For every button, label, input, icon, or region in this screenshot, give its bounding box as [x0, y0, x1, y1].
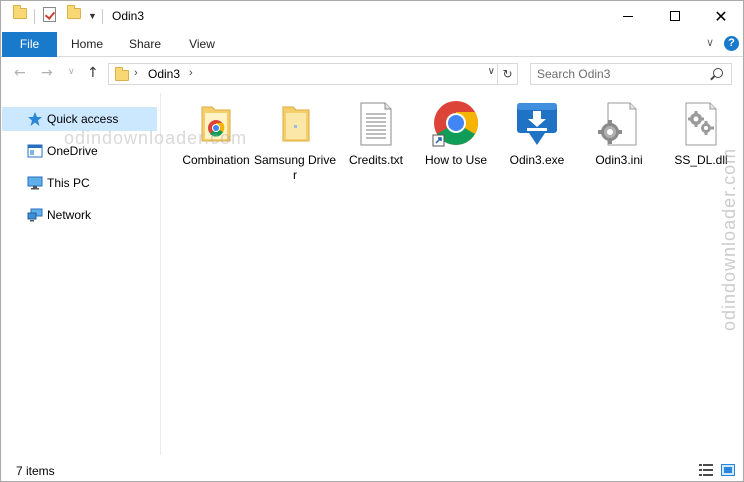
file-item-odin3-exe[interactable]: Odin3.exe: [495, 99, 575, 189]
expand-ribbon-icon[interactable]: ∨: [706, 36, 714, 49]
file-item-how-to-use[interactable]: How to Use: [414, 99, 494, 189]
odin-app-icon: [513, 99, 561, 147]
large-icons-view-icon[interactable]: [721, 464, 735, 476]
chevron-down-icon[interactable]: ∨: [488, 66, 495, 77]
file-name: How to Use: [424, 153, 488, 167]
sidebar-item-network[interactable]: Network: [2, 203, 157, 227]
folder-icon: [13, 5, 27, 19]
file-name: Odin3.exe: [509, 153, 565, 167]
divider: [34, 9, 35, 24]
maximize-button[interactable]: [652, 1, 698, 31]
window-title: Odin3: [112, 9, 145, 23]
title-bar: ▼ Odin3 ✕: [1, 1, 743, 32]
details-view-icon[interactable]: [699, 464, 713, 476]
search-box[interactable]: [530, 63, 732, 85]
item-count: 7 items: [16, 464, 55, 478]
explorer-window: ▼ Odin3 ✕ File Home Share View ∨ ? ← → ∨…: [0, 0, 744, 482]
sidebar-item-label: Quick access: [47, 112, 119, 126]
search-input[interactable]: [537, 66, 707, 82]
text-file-icon: [352, 99, 400, 147]
computer-icon: [27, 175, 43, 191]
tab-file[interactable]: File: [2, 32, 57, 57]
folder-icon: [271, 99, 319, 147]
status-bar: 7 items: [1, 458, 743, 482]
file-name: Odin3.ini: [595, 153, 643, 167]
chevron-right-icon[interactable]: ›: [134, 67, 138, 79]
search-icon[interactable]: [713, 68, 723, 78]
navigation-bar: ← → ∨ ↑ › Odin3 › ∨ ↻: [1, 59, 743, 89]
back-button[interactable]: ←: [14, 65, 26, 81]
up-button[interactable]: ↑: [87, 65, 99, 81]
close-icon: ✕: [714, 6, 728, 26]
folder-icon: [115, 67, 129, 81]
onedrive-icon: [27, 143, 43, 159]
ribbon-tabs: File Home Share View ∨ ?: [1, 32, 743, 57]
file-item-odin3-ini[interactable]: Odin3.ini: [577, 99, 657, 189]
chrome-shortcut-icon: [432, 99, 480, 147]
star-icon: [27, 111, 43, 127]
breadcrumb-odin3[interactable]: Odin3: [148, 67, 180, 81]
sidebar-item-label: This PC: [47, 176, 90, 190]
maximize-icon: [670, 11, 680, 21]
minimize-icon: [623, 15, 633, 17]
tab-home[interactable]: Home: [63, 32, 111, 57]
sidebar-item-this-pc[interactable]: This PC: [2, 171, 157, 195]
help-icon[interactable]: ?: [724, 36, 739, 51]
recent-locations-button[interactable]: ∨: [68, 67, 75, 77]
divider: [102, 9, 103, 24]
watermark: odindownloader.com: [64, 128, 248, 148]
tab-view[interactable]: View: [178, 32, 226, 57]
customize-toolbar-icon[interactable]: ▼: [88, 11, 97, 21]
file-name: Credits.txt: [348, 153, 403, 167]
properties-icon[interactable]: [43, 7, 56, 22]
new-folder-icon[interactable]: [67, 5, 81, 19]
forward-button[interactable]: →: [41, 65, 53, 81]
scrollbar[interactable]: [731, 93, 743, 455]
close-button[interactable]: ✕: [698, 1, 744, 31]
dll-file-icon: [677, 99, 725, 147]
chevron-right-icon[interactable]: ›: [189, 67, 193, 79]
address-bar[interactable]: › Odin3 › ∨ ↻: [108, 63, 518, 85]
config-file-icon: [595, 99, 643, 147]
file-item-credits[interactable]: Credits.txt: [334, 99, 414, 189]
file-name: Samsung Driver: [253, 153, 337, 182]
tab-share[interactable]: Share: [121, 32, 169, 57]
file-name: Combination: [182, 153, 250, 167]
minimize-button[interactable]: [605, 1, 651, 31]
network-icon: [27, 207, 43, 223]
sidebar-item-label: Network: [47, 208, 92, 222]
file-item-samsung-driver[interactable]: Samsung Driver: [253, 99, 336, 189]
refresh-button[interactable]: ↻: [497, 64, 517, 84]
